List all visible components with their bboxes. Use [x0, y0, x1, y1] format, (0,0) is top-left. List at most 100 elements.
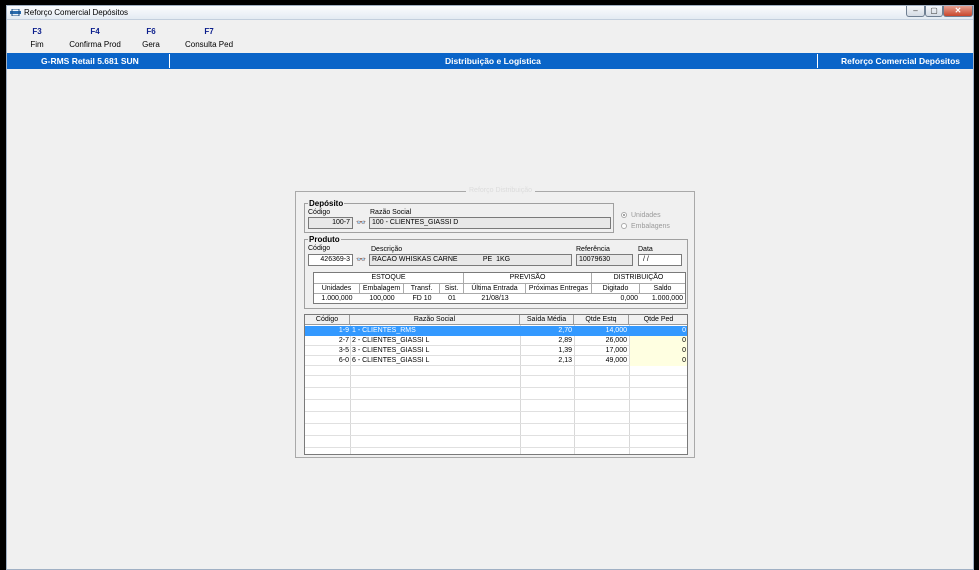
produto-descricao-field: RACAO WHISKAS CARNE PE 1KG — [369, 254, 572, 266]
col-digitado: Digitado — [592, 284, 640, 294]
header-saida-media[interactable]: Saída Média — [520, 315, 574, 325]
table-row[interactable]: 1-9 1 - CLIENTES_RMS 2,70 14,000 0 — [305, 326, 687, 336]
radio-dot-icon — [621, 223, 627, 229]
key-label: F7 — [204, 27, 214, 36]
data-label: Data — [638, 246, 653, 253]
table-row[interactable]: 3-5 3 - CLIENTES_GIASSI L 1,39 17,000 0 — [305, 346, 687, 356]
reforco-distribuicao-panel: Reforço Distribuição Depósito Código Raz… — [295, 187, 695, 458]
val-transf: FD 10 — [412, 295, 432, 302]
referencia-field: 10079630 — [576, 254, 633, 266]
val-unidades: 1.000,000 — [321, 295, 353, 302]
row-divider — [305, 399, 687, 400]
val-ultima-entrada: 21/08/13 — [481, 295, 509, 302]
cell-razao: 2 - CLIENTES_GIASSI L — [352, 337, 430, 344]
button-label: Fim — [30, 40, 44, 49]
binoculars-icon[interactable]: 👓 — [355, 255, 367, 266]
col-sist: Sist. — [440, 284, 464, 294]
header-codigo[interactable]: Código — [305, 315, 350, 325]
group-title: Produto — [308, 235, 341, 244]
system-version: G-RMS Retail 5.681 SUN — [41, 56, 139, 66]
minimize-button[interactable]: – — [906, 6, 925, 17]
deposito-group: Depósito Código Razão Social 100-7 👓 100… — [304, 199, 614, 233]
cell-ped[interactable]: 0 — [629, 356, 686, 366]
codigo-label: Código — [308, 209, 331, 216]
cell-estq: 14,000 — [605, 327, 627, 334]
close-button[interactable]: ✕ — [943, 6, 973, 17]
header-qtde-ped[interactable]: Qtde Ped — [629, 315, 687, 325]
cell-codigo: 6-0 — [338, 357, 349, 364]
cell-ped[interactable]: 0 — [629, 326, 686, 336]
cell-razao: 3 - CLIENTES_GIASSI L — [352, 347, 430, 354]
f3-fim-button[interactable]: F3 Fim — [29, 27, 45, 49]
row-divider — [305, 447, 687, 448]
header-razao-social[interactable]: Razão Social — [350, 315, 520, 325]
module-name: Distribuição e Logística — [445, 56, 541, 66]
key-label: F3 — [32, 27, 42, 36]
descricao-label: Descrição — [371, 246, 403, 253]
app-icon — [10, 9, 21, 16]
depositos-grid[interactable]: Código Razão Social Saída Média Qtde Est… — [304, 314, 688, 455]
radio-label: Unidades — [631, 212, 661, 219]
button-label: Gera — [142, 40, 160, 49]
cell-codigo: 1-9 — [338, 327, 349, 334]
cell-estq: 17,000 — [605, 347, 627, 354]
main-window: Reforço Comercial Depósitos – ▢ ✕ F3 Fim… — [6, 5, 974, 570]
status-header-bar: G-RMS Retail 5.681 SUN Distribuição e Lo… — [7, 53, 973, 69]
cell-razao: 6 - CLIENTES_GIASSI L — [352, 357, 430, 364]
f7-consulta-ped-button[interactable]: F7 Consulta Ped — [182, 27, 236, 49]
codigo-label: Código — [308, 245, 331, 252]
table-row[interactable]: 2-7 2 - CLIENTES_GIASSI L 2,89 26,000 0 — [305, 336, 687, 346]
maximize-button[interactable]: ▢ — [925, 6, 943, 17]
deposito-razao-field: 100 - CLIENTES_GIASSI D — [369, 217, 611, 229]
function-key-toolbar: F3 Fim F4 Confirma Prod F6 Gera F7 Consu… — [7, 20, 973, 53]
table-row[interactable]: 6-0 6 - CLIENTES_GIASSI L 2,13 49,000 0 — [305, 356, 687, 366]
val-embalagem: 100,000 — [369, 295, 395, 302]
cell-estq: 26,000 — [605, 337, 627, 344]
grid-header: Código Razão Social Saída Média Qtde Est… — [305, 315, 687, 325]
header-qtde-estq[interactable]: Qtde Estq — [574, 315, 629, 325]
col-proximas-entregas: Próximas Entregas — [526, 284, 592, 294]
window-title: Reforço Comercial Depósitos — [24, 8, 129, 17]
cell-razao: 1 - CLIENTES_RMS — [352, 327, 416, 334]
cell-ped[interactable]: 0 — [629, 336, 686, 346]
col-saldo: Saldo — [640, 284, 685, 294]
cell-codigo: 2-7 — [338, 337, 349, 344]
radio-label: Embalagens — [631, 223, 670, 230]
val-saldo: 1.000,000 — [651, 295, 683, 302]
cell-estq: 49,000 — [605, 357, 627, 364]
row-divider — [305, 375, 687, 376]
produto-codigo-field[interactable]: 426369-3 — [308, 254, 353, 266]
row-divider — [305, 435, 687, 436]
group-title: Depósito — [308, 199, 345, 208]
radio-embalagens[interactable]: Embalagens — [621, 223, 670, 230]
binoculars-icon[interactable]: 👓 — [355, 218, 367, 229]
row-divider — [305, 423, 687, 424]
col-unidades: Unidades — [314, 284, 360, 294]
row-divider — [305, 411, 687, 412]
separator — [169, 54, 170, 68]
referencia-label: Referência — [576, 246, 610, 253]
deposito-codigo-field[interactable]: 100-7 — [308, 217, 353, 229]
cell-codigo: 3-5 — [338, 347, 349, 354]
col-transf: Transf. — [404, 284, 440, 294]
razao-social-label: Razão Social — [370, 209, 412, 216]
button-label: Consulta Ped — [184, 40, 234, 49]
panel-title: Reforço Distribuição — [466, 187, 536, 194]
row-divider — [305, 387, 687, 388]
data-field[interactable]: / / — [638, 254, 682, 266]
radio-dot-icon — [621, 212, 627, 218]
cell-saida: 2,70 — [558, 327, 572, 334]
separator — [817, 54, 818, 68]
key-label: F6 — [146, 27, 156, 36]
f6-gera-button[interactable]: F6 Gera — [140, 27, 162, 49]
cell-saida: 2,89 — [558, 337, 572, 344]
button-label: Confirma Prod — [69, 40, 121, 49]
title-bar: Reforço Comercial Depósitos – ▢ ✕ — [7, 6, 973, 20]
estoque-header: ESTOQUE — [314, 273, 464, 284]
col-embalagem: Embalagem — [360, 284, 404, 294]
stock-summary-table: ESTOQUE PREVISÃO DISTRIBUIÇÃO Unidades E… — [313, 272, 686, 304]
f4-confirma-prod-button[interactable]: F4 Confirma Prod — [65, 27, 125, 49]
cell-ped[interactable]: 0 — [629, 346, 686, 356]
radio-unidades[interactable]: Unidades — [621, 212, 661, 219]
screen-name: Reforço Comercial Depósitos — [841, 56, 961, 66]
